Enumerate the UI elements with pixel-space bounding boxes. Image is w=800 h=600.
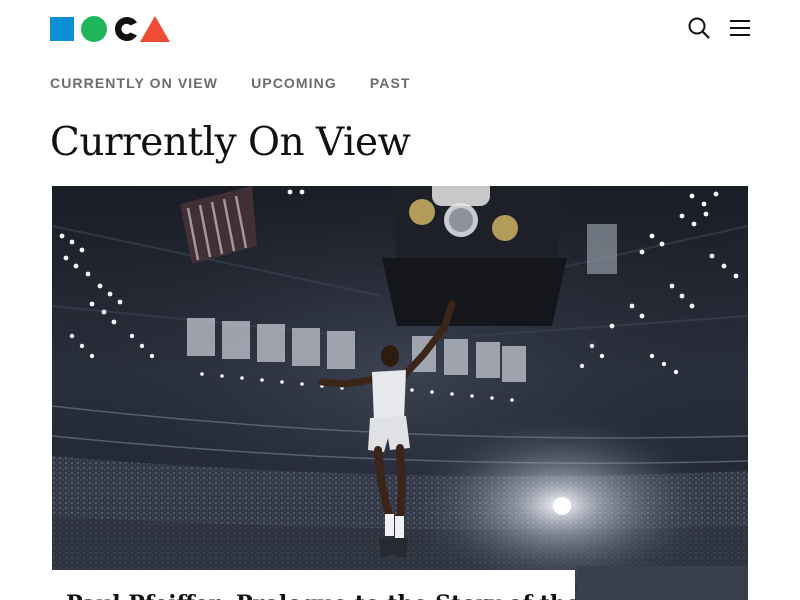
logo-red-triangle <box>140 16 170 42</box>
subnav-past[interactable]: PAST <box>370 74 411 94</box>
subnav-currently-on-view[interactable]: CURRENTLY ON VIEW <box>50 74 218 94</box>
logo-blue-square <box>50 17 74 41</box>
featured-exhibition-title[interactable]: Paul Pfeiffer: Prologue to the Story of … <box>66 590 575 600</box>
featured-exhibition-image[interactable] <box>52 186 748 600</box>
search-icon <box>688 17 710 39</box>
arena-photo <box>52 186 748 600</box>
subnav-upcoming[interactable]: UPCOMING <box>251 74 337 94</box>
logo-green-circle <box>81 16 107 42</box>
hamburger-menu-icon <box>730 20 750 36</box>
search-button[interactable] <box>687 16 711 40</box>
page-title: Currently On View <box>50 120 411 165</box>
exhibitions-subnav: CURRENTLY ON VIEW UPCOMING PAST <box>50 74 411 94</box>
moca-logo[interactable] <box>50 16 172 42</box>
logo-black-c <box>114 17 137 41</box>
featured-exhibition-card[interactable]: Paul Pfeiffer: Prologue to the Story of … <box>52 570 575 600</box>
menu-button[interactable] <box>728 16 752 40</box>
site-header <box>0 0 800 62</box>
